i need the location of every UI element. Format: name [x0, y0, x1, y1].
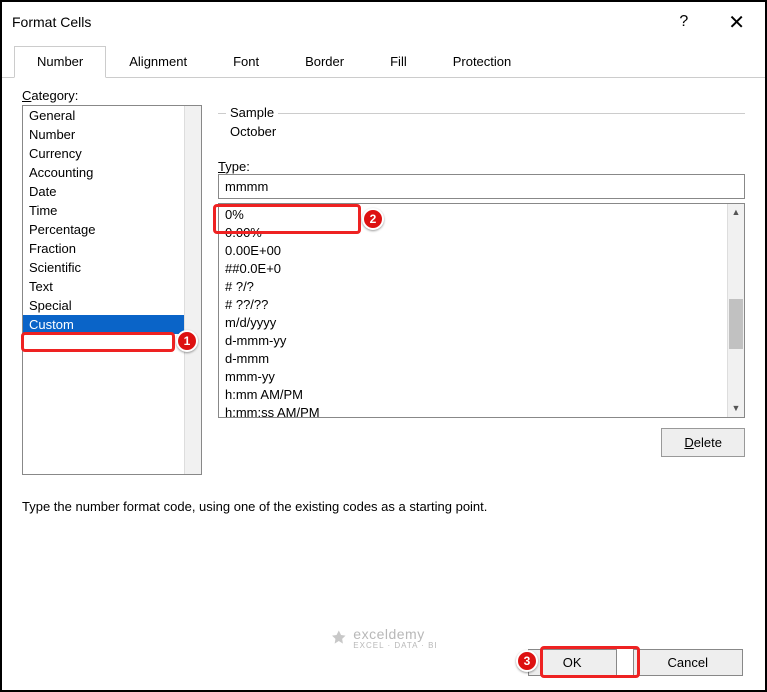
category-item-date[interactable]: Date — [23, 182, 201, 201]
sample-box: Sample October — [218, 113, 745, 153]
type-item[interactable]: h:mm:ss AM/PM — [225, 404, 738, 417]
watermark-tagline: EXCEL · DATA · BI — [353, 642, 437, 650]
category-item-time[interactable]: Time — [23, 201, 201, 220]
callout-1-badge: 1 — [176, 330, 198, 352]
category-item-custom[interactable]: Custom — [23, 315, 201, 334]
close-button[interactable]: ✕ — [718, 10, 755, 35]
callout-3-badge: 3 — [516, 650, 538, 672]
type-item[interactable]: h:mm AM/PM — [225, 386, 738, 404]
type-item[interactable]: m/d/yyyy — [225, 314, 738, 332]
sample-value: October — [218, 118, 745, 139]
category-item-number[interactable]: Number — [23, 125, 201, 144]
dialog-title: Format Cells — [12, 14, 679, 30]
hint-text: Type the number format code, using one o… — [22, 499, 745, 514]
tab-number[interactable]: Number — [14, 46, 106, 78]
type-item[interactable]: # ??/?? — [225, 296, 738, 314]
tab-border[interactable]: Border — [282, 46, 367, 77]
sample-label: Sample — [226, 105, 278, 120]
type-item[interactable]: ##0.0E+0 — [225, 260, 738, 278]
scroll-thumb[interactable] — [729, 299, 743, 349]
category-item-fraction[interactable]: Fraction — [23, 239, 201, 258]
scroll-down-icon[interactable]: ▼ — [728, 400, 744, 417]
tab-strip: Number Alignment Font Border Fill Protec… — [2, 46, 765, 78]
category-label: Category: — [22, 88, 745, 103]
scroll-up-icon[interactable]: ▲ — [728, 204, 744, 221]
watermark-icon — [329, 629, 347, 647]
dialog-footer: OK Cancel — [528, 649, 743, 676]
category-item-general[interactable]: General — [23, 106, 201, 125]
category-scrollbar[interactable] — [184, 106, 201, 474]
type-item[interactable]: 0% — [225, 206, 738, 224]
watermark-brand: exceldemy — [353, 626, 424, 642]
watermark: exceldemy EXCEL · DATA · BI — [329, 626, 437, 650]
ok-button[interactable]: OK — [528, 649, 617, 676]
cancel-button[interactable]: Cancel — [633, 649, 743, 676]
category-item-text[interactable]: Text — [23, 277, 201, 296]
callout-2-badge: 2 — [362, 208, 384, 230]
type-item[interactable]: d-mmm — [225, 350, 738, 368]
tab-fill[interactable]: Fill — [367, 46, 430, 77]
tab-protection[interactable]: Protection — [430, 46, 535, 77]
type-listbox[interactable]: 0% 0.00% 0.00E+00 ##0.0E+0 # ?/? # ??/??… — [218, 203, 745, 418]
help-button[interactable]: ? — [679, 13, 688, 31]
type-item[interactable]: # ?/? — [225, 278, 738, 296]
type-item[interactable]: mmm-yy — [225, 368, 738, 386]
type-item[interactable]: d-mmm-yy — [225, 332, 738, 350]
category-item-special[interactable]: Special — [23, 296, 201, 315]
type-label: Type: — [218, 159, 745, 174]
category-listbox[interactable]: General Number Currency Accounting Date … — [22, 105, 202, 475]
titlebar: Format Cells ? ✕ — [2, 2, 765, 42]
category-item-currency[interactable]: Currency — [23, 144, 201, 163]
category-item-accounting[interactable]: Accounting — [23, 163, 201, 182]
category-item-scientific[interactable]: Scientific — [23, 258, 201, 277]
type-item[interactable]: 0.00% — [225, 224, 738, 242]
tab-alignment[interactable]: Alignment — [106, 46, 210, 77]
category-item-percentage[interactable]: Percentage — [23, 220, 201, 239]
tab-font[interactable]: Font — [210, 46, 282, 77]
type-scrollbar[interactable]: ▲ ▼ — [727, 204, 744, 417]
type-item[interactable]: 0.00E+00 — [225, 242, 738, 260]
type-input[interactable] — [218, 174, 745, 199]
delete-button[interactable]: Delete — [661, 428, 745, 457]
